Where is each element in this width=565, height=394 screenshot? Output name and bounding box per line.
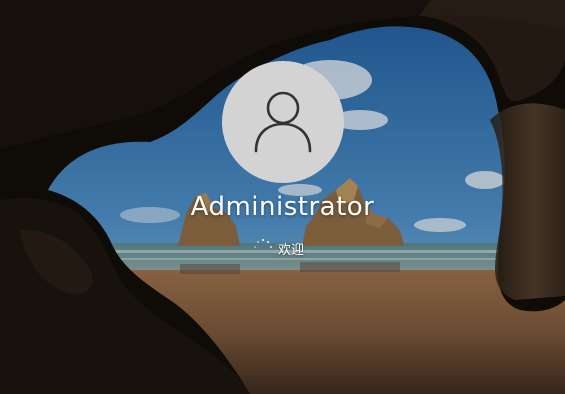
user-avatar xyxy=(222,61,344,183)
user-avatar-icon xyxy=(254,91,312,153)
loading-spinner-icon xyxy=(254,239,272,257)
lock-screen: Administrator 欢迎 xyxy=(0,0,565,394)
welcome-status-text: 欢迎 xyxy=(278,242,305,258)
status-row: 欢迎 xyxy=(254,237,304,259)
username-label: Administrator xyxy=(190,192,375,222)
